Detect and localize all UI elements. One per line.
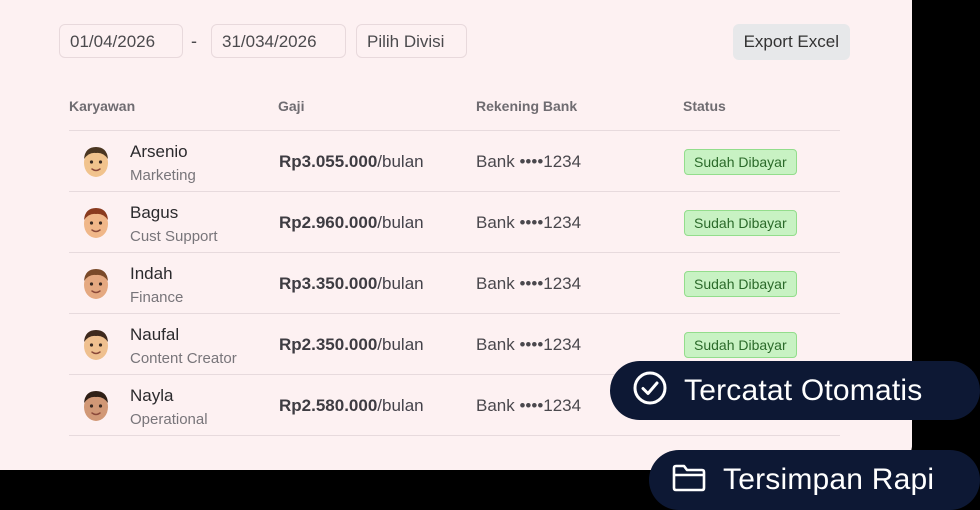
employee-name: Naufal [130, 325, 180, 344]
salary-value: Rp2.960.000 [279, 213, 378, 232]
employee-name: Indah [130, 264, 173, 283]
status-badge: Sudah Dibayar [684, 332, 797, 358]
salary-amount: Rp3.055.000/bulan [279, 152, 424, 172]
status-badge: Sudah Dibayar [684, 271, 797, 297]
salary-value: Rp2.350.000 [279, 335, 378, 354]
salary-value: Rp2.580.000 [279, 396, 378, 415]
auto-recorded-label: Tercatat Otomatis [684, 373, 923, 407]
bank-account: Bank ••••1234 [476, 274, 582, 293]
salary-amount: Rp2.580.000/bulan [279, 396, 424, 416]
employee-role: Marketing [130, 167, 196, 184]
neatly-saved-label: Tersimpan Rapi [723, 463, 935, 496]
salary-period: /bulan [377, 335, 424, 354]
table-header: Karyawan Gaji Rekening Bank Status [69, 98, 840, 118]
header-bank-account[interactable]: Rekening Bank [476, 98, 577, 114]
employee-role: Finance [130, 289, 184, 306]
avatar [79, 326, 113, 362]
avatar [79, 265, 113, 301]
salary-period: /bulan [377, 213, 424, 232]
filter-toolbar: 01/04/2026 - 31/034/2026 Pilih Divisi Ex… [59, 24, 850, 60]
salary-value: Rp3.350.000 [279, 274, 378, 293]
table-row[interactable]: Arsenio Marketing Rp3.055.000/bulan Bank… [69, 130, 840, 191]
employee-name: Bagus [130, 203, 179, 222]
status-badge: Sudah Dibayar [684, 210, 797, 236]
status-badge: Sudah Dibayar [684, 149, 797, 175]
salary-amount: Rp2.960.000/bulan [279, 213, 424, 233]
header-status[interactable]: Status [683, 98, 726, 114]
auto-recorded-badge: Tercatat Otomatis [610, 361, 980, 420]
salary-value: Rp3.055.000 [279, 152, 378, 171]
bank-account: Bank ••••1234 [476, 396, 582, 415]
salary-period: /bulan [377, 274, 424, 293]
check-circle-icon [632, 370, 668, 411]
avatar [79, 387, 113, 423]
employee-role: Operational [130, 411, 208, 428]
salary-period: /bulan [377, 396, 424, 415]
bank-account: Bank ••••1234 [476, 152, 582, 171]
employee-name: Nayla [130, 386, 174, 405]
salary-amount: Rp3.350.000/bulan [279, 274, 424, 294]
division-select[interactable]: Pilih Divisi [356, 24, 467, 58]
date-range-separator: - [191, 31, 197, 51]
avatar [79, 143, 113, 179]
neatly-saved-badge: Tersimpan Rapi [649, 450, 980, 510]
table-row[interactable]: Bagus Cust Support Rp2.960.000/bulan Ban… [69, 191, 840, 252]
table-row[interactable]: Indah Finance Rp3.350.000/bulan Bank •••… [69, 252, 840, 313]
avatar [79, 204, 113, 240]
employee-role: Content Creator [130, 350, 237, 367]
export-excel-button[interactable]: Export Excel [732, 24, 850, 60]
bank-account: Bank ••••1234 [476, 213, 582, 232]
folder-icon [671, 462, 707, 499]
bank-account: Bank ••••1234 [476, 335, 582, 354]
start-date-picker[interactable]: 01/04/2026 [59, 24, 183, 58]
employee-role: Cust Support [130, 228, 218, 245]
employee-name: Arsenio [130, 142, 188, 161]
header-employee[interactable]: Karyawan [69, 98, 135, 114]
salary-amount: Rp2.350.000/bulan [279, 335, 424, 355]
salary-period: /bulan [377, 152, 424, 171]
end-date-picker[interactable]: 31/034/2026 [211, 24, 346, 58]
header-salary[interactable]: Gaji [278, 98, 304, 114]
